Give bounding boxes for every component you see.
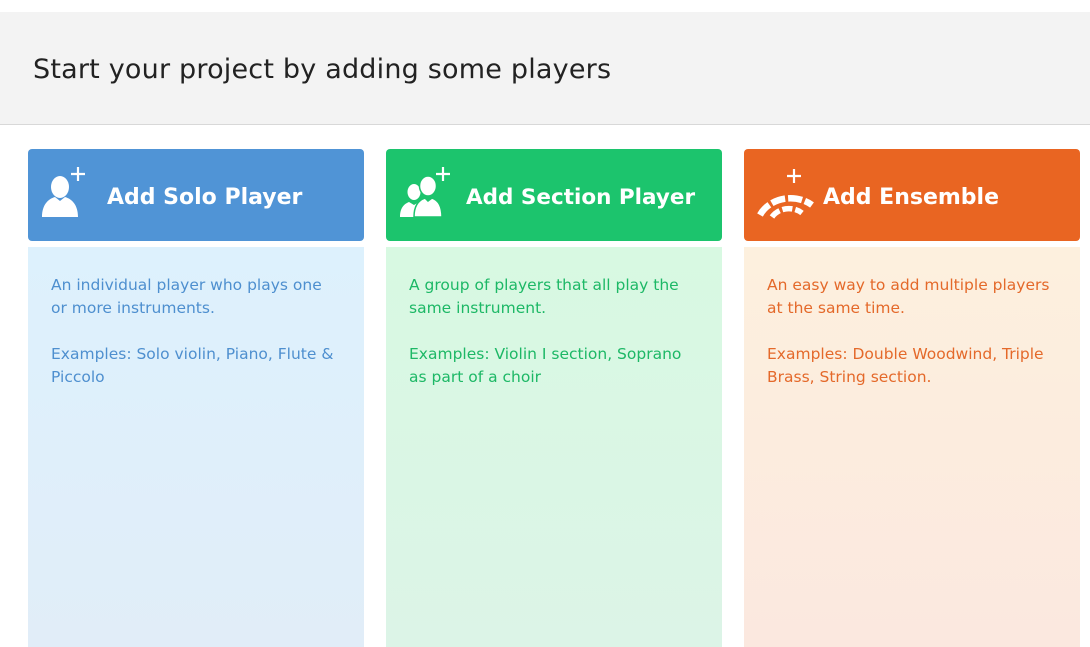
add-solo-player-button[interactable]: Add Solo Player bbox=[28, 149, 364, 241]
solo-player-card: Add Solo Player An individual player who… bbox=[28, 149, 364, 647]
solo-player-description: An individual player who plays one or mo… bbox=[51, 276, 322, 317]
ensemble-examples: Examples: Double Woodwind, Triple Brass,… bbox=[767, 345, 1044, 386]
ensemble-description-panel: An easy way to add multiple players at t… bbox=[744, 247, 1080, 647]
section-player-examples: Examples: Violin I section, Soprano as p… bbox=[409, 345, 682, 386]
solo-player-examples: Examples: Solo violin, Piano, Flute & Pi… bbox=[51, 345, 334, 386]
add-section-player-button[interactable]: Add Section Player bbox=[386, 149, 722, 241]
ensemble-plus-icon bbox=[757, 169, 814, 219]
section-player-description-panel: A group of players that all play the sam… bbox=[386, 247, 722, 647]
section-player-card: Add Section Player A group of players th… bbox=[386, 149, 722, 647]
add-section-player-label: Add Section Player bbox=[466, 185, 696, 210]
ensemble-card: Add Ensemble An easy way to add multiple… bbox=[744, 149, 1080, 647]
add-ensemble-label: Add Ensemble bbox=[823, 185, 1000, 210]
page-title: Start your project by adding some player… bbox=[33, 54, 612, 85]
page-header: Start your project by adding some player… bbox=[0, 12, 1090, 125]
section-player-plus-icon bbox=[400, 167, 450, 218]
ensemble-description: An easy way to add multiple players at t… bbox=[767, 276, 1050, 317]
solo-player-description-panel: An individual player who plays one or mo… bbox=[28, 247, 364, 647]
section-player-description: A group of players that all play the sam… bbox=[409, 276, 679, 317]
add-ensemble-button[interactable]: Add Ensemble bbox=[744, 149, 1080, 241]
add-solo-player-label: Add Solo Player bbox=[107, 185, 303, 210]
solo-player-plus-icon bbox=[42, 167, 85, 217]
